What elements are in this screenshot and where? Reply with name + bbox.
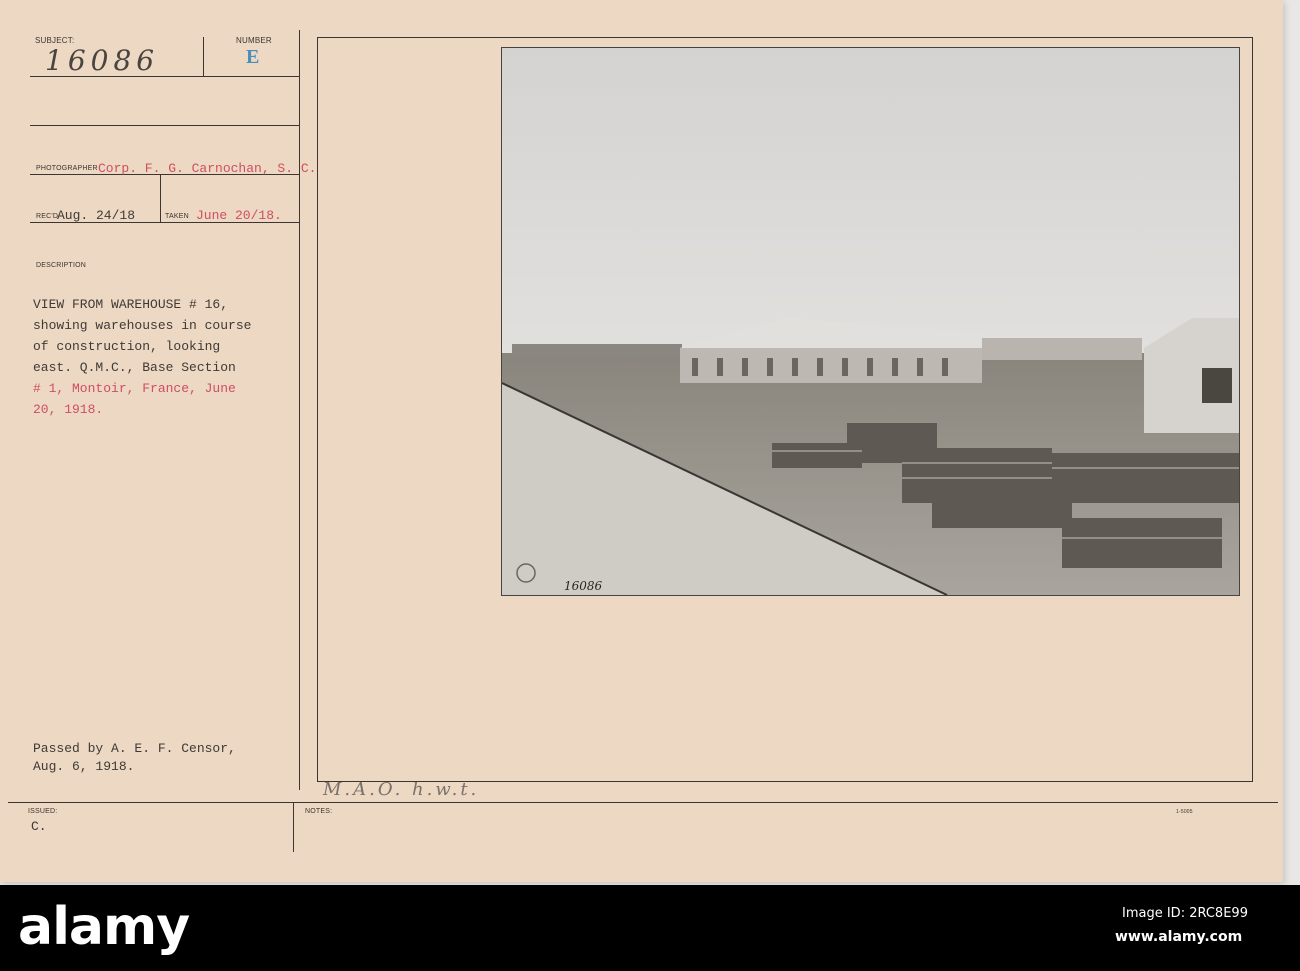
number-stamp: E	[246, 46, 260, 68]
censor-line: Passed by A. E. F. Censor,	[33, 741, 236, 756]
description-line: east. Q.M.C., Base Section	[33, 360, 236, 375]
issued-label: ISSUED:	[28, 808, 58, 815]
site-link[interactable]: www.alamy.com	[1115, 929, 1242, 945]
photo-number: 16086	[564, 579, 603, 593]
image-id: Image ID: 2RC8E99	[1122, 906, 1248, 921]
form-number: 1-5005	[1176, 809, 1193, 815]
notes-handwriting: M.A.O. h.w.t.	[323, 779, 480, 800]
photograph: 16086	[501, 47, 1240, 596]
warehouse-photo: 16086	[502, 48, 1239, 595]
description-line: showing warehouses in course	[33, 318, 252, 333]
description-line: 20, 1918.	[33, 402, 104, 417]
alamy-logo: alamy	[18, 897, 190, 957]
taken-label: TAKEN	[165, 213, 189, 220]
recd-value: Aug. 24/18	[57, 208, 136, 223]
photographer-value: Corp. F. G. Carnochan, S. C.	[98, 161, 317, 176]
archive-card: SUBJECT: 16086 NUMBER E PHOTOGRAPHER Cor…	[0, 0, 1283, 882]
divider	[293, 802, 294, 852]
divider	[160, 174, 161, 222]
recd-label: REC'D	[36, 213, 59, 220]
notes-label: NOTES:	[305, 808, 333, 815]
description-line: VIEW FROM WAREHOUSE # 16,	[33, 297, 229, 312]
number-label: NUMBER	[236, 36, 272, 45]
description-label: DESCRIPTION	[36, 262, 87, 269]
description-text: VIEW FROM WAREHOUSE # 16, showing wareho…	[33, 294, 303, 420]
taken-value: June 20/18.	[196, 208, 282, 223]
watermark-footer	[0, 885, 1300, 971]
description-line: of construction, looking	[33, 339, 221, 354]
photographer-label: PHOTOGRAPHER	[36, 165, 98, 172]
divider	[30, 125, 299, 126]
censor-note: Passed by A. E. F. Censor, Aug. 6, 1918.	[33, 740, 236, 776]
divider	[203, 37, 204, 76]
divider	[8, 802, 1278, 803]
issued-value: C.	[31, 819, 47, 834]
censor-line: Aug. 6, 1918.	[33, 759, 135, 774]
subject-value: 16086	[45, 44, 160, 77]
description-line: # 1, Montoir, France, June	[33, 381, 236, 396]
